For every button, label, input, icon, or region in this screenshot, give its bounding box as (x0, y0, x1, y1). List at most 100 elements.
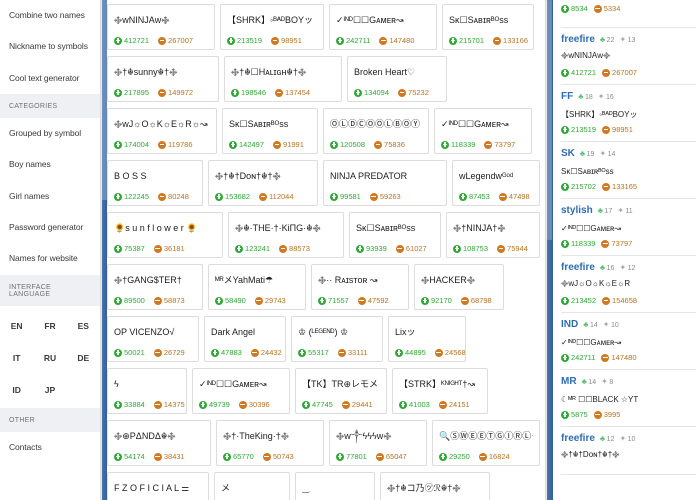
upvote-group[interactable]: 142497 (229, 140, 264, 149)
nickname-card[interactable]: ࿇†GANG$TER† 89500 58873 (107, 264, 203, 310)
upvote-group[interactable]: 242711 (561, 353, 595, 362)
nickname-card[interactable]: ᴹᴿメYahMati☂ 58490 29743 (208, 264, 306, 310)
upvote-group[interactable]: 412721 (114, 36, 149, 45)
downvote-group[interactable]: 154658 (602, 296, 637, 305)
downvote-group[interactable]: 29743 (254, 296, 286, 305)
upvote-group[interactable]: 217895 (114, 88, 149, 97)
upvote-group[interactable]: 92170 (421, 296, 452, 305)
sidebar-category-link-1[interactable]: Boy names (0, 149, 100, 180)
upvote-group[interactable]: 123241 (235, 244, 270, 253)
downvote-group[interactable]: 24432 (250, 348, 282, 357)
search-term-link[interactable]: IND (561, 319, 578, 330)
upvote-group[interactable]: 99581 (330, 192, 361, 201)
upvote-group[interactable]: 215702 (561, 182, 596, 191)
upvote-group[interactable]: 77801 (336, 452, 367, 461)
upvote-group[interactable]: 215701 (449, 36, 484, 45)
downvote-group[interactable]: 68798 (460, 296, 492, 305)
downvote-group[interactable]: 149972 (158, 88, 193, 97)
upvote-group[interactable]: 5875 (561, 410, 588, 419)
downvote-group[interactable]: 119786 (158, 140, 193, 149)
downvote-group[interactable]: 88573 (279, 244, 310, 253)
downvote-group[interactable]: 61027 (395, 244, 427, 253)
downvote-group[interactable]: 59263 (369, 192, 401, 201)
downvote-group[interactable]: 14375 (153, 400, 185, 409)
sidebar-category-link-0[interactable]: Grouped by symbol (0, 118, 100, 149)
nickname-card[interactable]: ࿇⊕PΔNDΔ☬࿇ 54174 38431 (107, 420, 211, 466)
popular-search-row[interactable]: freefire ♣ 16 ✦ 12 ࿇ᴡJ☼O☼K☼E☼R 213452 154658 (561, 256, 696, 313)
downvote-group[interactable]: 3995 (593, 410, 620, 419)
nickname-card[interactable]: Sᴋ☐Sᴀʙɪʀᴮᴼss 93939 61027 (349, 212, 441, 258)
main-scrollbar[interactable] (545, 0, 553, 500)
upvote-group[interactable]: 47745 (302, 400, 333, 409)
upvote-group[interactable]: 118339 (441, 140, 475, 149)
search-term-link[interactable]: FF (561, 91, 573, 102)
nickname-card[interactable]: ࿇ᴡNINJAᴡ࿇ 412721 267007 (107, 4, 215, 50)
downvote-group[interactable]: 98951 (271, 36, 302, 45)
search-term-link[interactable]: SK (561, 148, 575, 159)
main-scrollbar-thumb[interactable] (547, 0, 552, 240)
left-scrollbar-thumb[interactable] (102, 0, 107, 200)
search-term-link[interactable]: MR (561, 376, 577, 387)
nickname-card[interactable]: ᴡLegendᴡᴳᵒᵈ 87453 47498 (452, 160, 540, 206)
upvote-group[interactable]: 120508 (330, 140, 365, 149)
nickname-card[interactable]: B O S S 122245 80248 (107, 160, 203, 206)
language-option-en[interactable]: EN (0, 310, 33, 342)
nickname-card[interactable]: NINJA PREDATOR 99581 59263 (323, 160, 447, 206)
popular-search-row[interactable]: stylish ♣ 17 ✦ 11 ✓ᴵᴺᴰ☐☐Gᴀᴍᴇʀ↝ 118339 73797 (561, 199, 696, 256)
nickname-card[interactable]: ✓ᴵᴺᴰ☐☐Gᴀᴍᴇʀ↝ 118339 73797 (434, 108, 532, 154)
upvote-group[interactable]: 44895 (395, 348, 426, 357)
nickname-card[interactable]: ‿2926717427 (295, 472, 375, 500)
sidebar-category-link-3[interactable]: Password generator (0, 212, 100, 243)
nickname-card[interactable]: 【TK】TR⊕レモメ 47745 29441 (295, 368, 387, 414)
downvote-group[interactable]: 24151 (438, 400, 470, 409)
downvote-group[interactable]: 147480 (601, 353, 637, 362)
search-term-link[interactable]: stylish (561, 205, 593, 216)
nickname-card[interactable]: Sᴋ☐Sᴀʙɪʀᴮᴼss 142497 91991 (222, 108, 318, 154)
sidebar-link-0[interactable]: Combine two names (0, 0, 100, 31)
language-option-ru[interactable]: RU (33, 342, 66, 374)
upvote-group[interactable]: 93939 (356, 244, 387, 253)
nickname-card[interactable]: 🌻s u n f l o w e r 🌻 75387 36181 (107, 212, 223, 258)
sidebar-category-link-2[interactable]: Girl names (0, 181, 100, 212)
downvote-group[interactable]: 98951 (602, 125, 633, 134)
nickname-card[interactable]: Lixッ 44895 24568 (388, 316, 466, 362)
downvote-group[interactable]: 24568 (434, 348, 465, 357)
downvote-group[interactable]: 91991 (273, 140, 304, 149)
language-option-fr[interactable]: FR (33, 310, 66, 342)
nickname-card[interactable]: F Z O F I C I A L ⚌2394711591 (107, 472, 209, 500)
nickname-card[interactable]: 🔍ⓈⓌⒺⒺⓉⒼⒾⓇⓁ✦ 29250 16824 (432, 420, 540, 466)
downvote-group[interactable]: 30396 (238, 400, 270, 409)
upvote-group[interactable]: 8534 (561, 4, 588, 13)
nickname-card[interactable]: OP VICENZO√ 50021 26729 (107, 316, 199, 362)
popular-search-row[interactable]: MR ♣ 14 ✦ 8 ☾ᴹᴿ ☐☐BLACK ☆YT 5875 3995 (561, 370, 696, 427)
popular-search-row[interactable]: IND ♣ 14 ✦ 10 ✓ᴵᴺᴰ☐☐Gᴀᴍᴇʀ↝ 242711 147480 (561, 313, 696, 370)
search-term-link[interactable]: freefire (561, 262, 595, 273)
search-term-link[interactable]: freefire (561, 433, 595, 444)
upvote-group[interactable]: 49739 (199, 400, 230, 409)
upvote-group[interactable]: 213452 (561, 296, 596, 305)
downvote-group[interactable]: 73797 (484, 140, 515, 149)
language-option-es[interactable]: ES (67, 310, 100, 342)
upvote-group[interactable]: 41003 (399, 400, 430, 409)
sidebar-other-link-0[interactable]: Contacts (0, 432, 100, 463)
nickname-card[interactable]: Broken Heart♡ 134094 75232 (347, 56, 447, 102)
nickname-card[interactable]: ࿇ᴡJ☼O☼K☼E☼R☼↝ 174004 119786 (107, 108, 217, 154)
upvote-group[interactable]: 213519 (561, 125, 596, 134)
downvote-group[interactable]: 50743 (262, 452, 294, 461)
search-term-link[interactable]: freefire (561, 34, 595, 45)
downvote-group[interactable]: 75836 (374, 140, 405, 149)
nickname-card[interactable]: ϟ 33884 14375 (107, 368, 187, 414)
downvote-group[interactable]: 65047 (375, 452, 407, 461)
nickname-card[interactable]: ࿇·· Rᴀɪsᴛᴏʀ ↝ 71557 47592 (311, 264, 409, 310)
downvote-group[interactable]: 137454 (275, 88, 310, 97)
downvote-group[interactable]: 33111 (337, 348, 368, 357)
upvote-group[interactable]: 412721 (561, 68, 596, 77)
language-option-de[interactable]: DE (67, 342, 100, 374)
nickname-card[interactable]: ࿇†☬†Dᴏɴ†☬†࿇ 153682 112044 (208, 160, 318, 206)
upvote-group[interactable]: 89500 (114, 296, 145, 305)
upvote-group[interactable]: 198546 (231, 88, 266, 97)
downvote-group[interactable]: 267007 (158, 36, 193, 45)
downvote-group[interactable]: 73797 (601, 239, 632, 248)
upvote-group[interactable]: 75387 (114, 244, 145, 253)
downvote-group[interactable]: 5334 (593, 4, 620, 13)
